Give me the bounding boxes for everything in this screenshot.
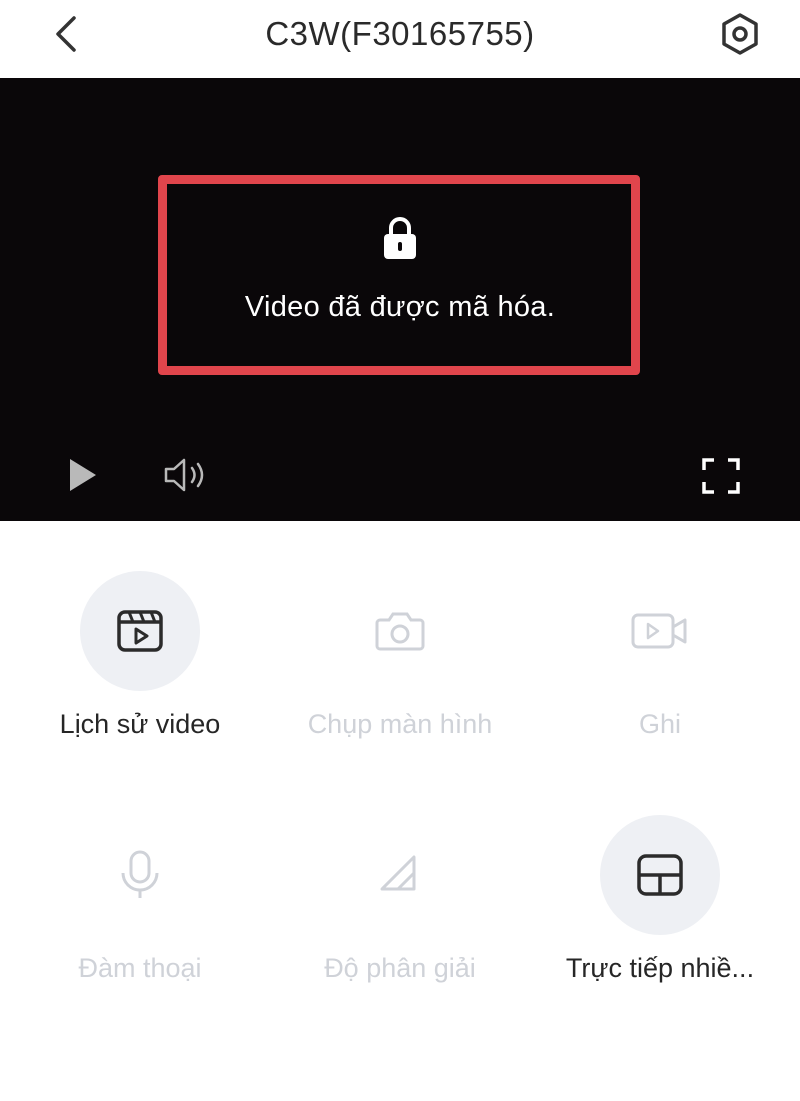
video-history-icon — [117, 610, 163, 652]
record-button[interactable]: Ghi — [530, 571, 790, 751]
chevron-left-icon — [56, 16, 76, 52]
record-circle — [600, 571, 720, 691]
resolution-label: Độ phân giải — [324, 953, 476, 983]
page-title: C3W(F30165755) — [265, 15, 535, 52]
resolution-circle — [340, 815, 460, 935]
highlight-box — [158, 175, 640, 375]
action-grid: Lịch sử video Chụp màn hình Ghi Đàm thoạ… — [0, 521, 800, 1101]
resolution-button[interactable]: Độ phân giải — [270, 815, 530, 995]
microphone-icon — [121, 850, 159, 898]
lock-icon — [384, 217, 416, 259]
volume-icon[interactable] — [160, 456, 212, 494]
screenshot-label: Chụp màn hình — [307, 709, 493, 739]
back-button[interactable] — [46, 12, 86, 56]
multi-live-button[interactable]: Trực tiếp nhiề... — [530, 815, 790, 995]
video-history-label: Lịch sử video — [59, 709, 221, 739]
record-label: Ghi — [638, 709, 682, 739]
video-history-button[interactable]: Lịch sử video — [10, 571, 270, 751]
resolution-icon — [380, 855, 416, 891]
multi-live-circle — [600, 815, 720, 935]
screenshot-circle — [340, 571, 460, 691]
screenshot-button[interactable]: Chụp màn hình — [270, 571, 530, 751]
video-player[interactable]: Video đã được mã hóa. — [0, 78, 800, 521]
talk-button[interactable]: Đàm thoại — [10, 815, 270, 995]
camera-icon — [375, 612, 425, 651]
talk-circle — [80, 815, 200, 935]
video-history-circle — [80, 571, 200, 691]
play-icon[interactable] — [64, 456, 100, 494]
talk-label: Đàm thoại — [78, 953, 202, 983]
top-bar: C3W(F30165755) — [0, 0, 800, 78]
record-video-icon — [631, 613, 687, 649]
encrypted-message: Video đã được mã hóa. — [244, 291, 556, 323]
multi-live-label: Trực tiếp nhiề... — [565, 953, 755, 983]
multi-view-grid-icon — [637, 854, 683, 896]
fullscreen-icon[interactable] — [700, 456, 742, 496]
hexagon-gear-icon — [722, 13, 758, 55]
settings-button[interactable] — [716, 12, 764, 56]
